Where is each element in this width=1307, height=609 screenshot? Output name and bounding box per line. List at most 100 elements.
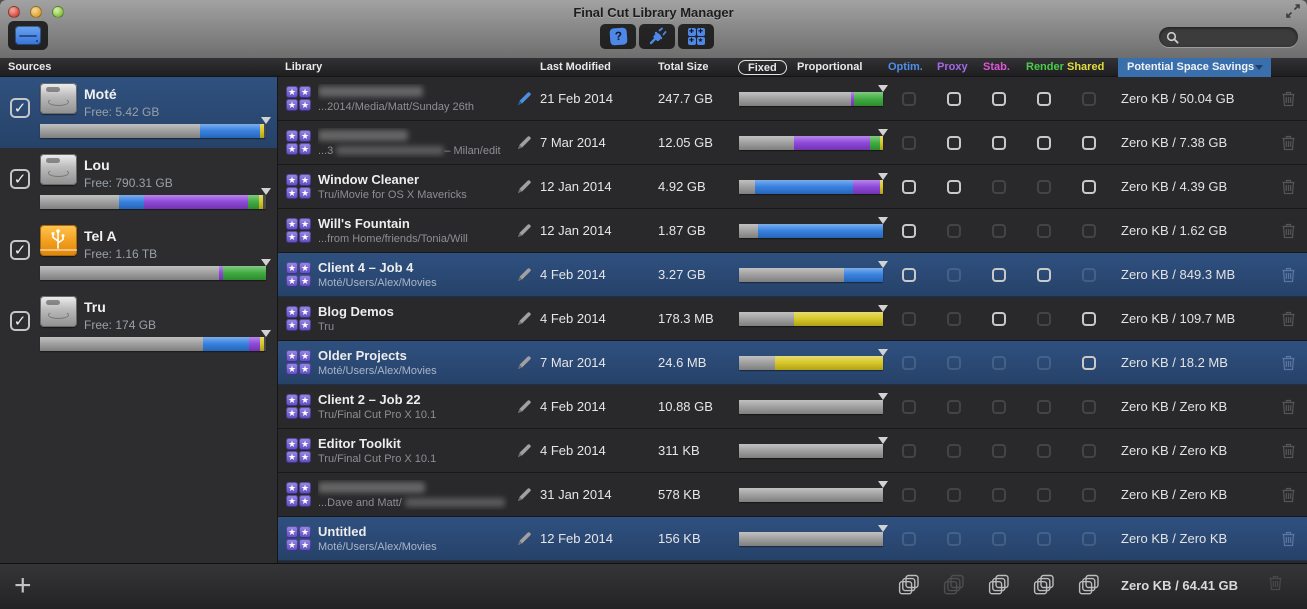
checkbox-render[interactable] bbox=[1037, 268, 1051, 282]
library-row[interactable]: ★★★★ Editor Toolkit Tru/Final Cut Pro X … bbox=[278, 429, 1307, 473]
bar-threshold-marker[interactable] bbox=[878, 393, 888, 400]
checkbox-stab[interactable] bbox=[992, 268, 1006, 282]
sidebar-source-item-tel-a[interactable]: ✓ Tel A Free: 1.16 TB bbox=[0, 219, 277, 290]
trash-button[interactable] bbox=[1269, 442, 1307, 459]
bar-threshold-marker[interactable] bbox=[878, 85, 888, 92]
header-library[interactable]: Library bbox=[285, 58, 322, 77]
checkbox-stab[interactable] bbox=[992, 92, 1006, 106]
connect-button[interactable] bbox=[639, 24, 675, 49]
checkbox-shared[interactable] bbox=[1082, 180, 1096, 194]
checkbox-shared[interactable] bbox=[1082, 312, 1096, 326]
source-checkbox[interactable]: ✓ bbox=[10, 98, 30, 118]
bar-threshold-marker[interactable] bbox=[261, 117, 271, 124]
toggle-proportional[interactable]: Proportional bbox=[797, 58, 862, 77]
search-input[interactable] bbox=[1179, 29, 1284, 45]
bar-threshold-marker[interactable] bbox=[878, 481, 888, 488]
libraries-button[interactable]: ✚✚✚★ bbox=[678, 24, 714, 49]
bulk-trash-icon[interactable] bbox=[1268, 574, 1283, 596]
rename-button[interactable] bbox=[508, 530, 540, 548]
sources-drive-button[interactable] bbox=[8, 21, 48, 50]
rename-button[interactable] bbox=[508, 310, 540, 328]
fullscreen-icon[interactable] bbox=[1286, 4, 1300, 23]
search-field[interactable] bbox=[1159, 27, 1298, 47]
checkbox-render[interactable] bbox=[1037, 136, 1051, 150]
potential-savings-value: Zero KB / 4.39 GB bbox=[1111, 179, 1269, 194]
header-render[interactable]: Render bbox=[1026, 58, 1064, 77]
rename-button[interactable] bbox=[508, 398, 540, 416]
trash-button[interactable] bbox=[1269, 310, 1307, 327]
sidebar-source-item-moté[interactable]: ✓ Moté Free: 5.42 GB bbox=[0, 77, 277, 148]
checkbox-shared[interactable] bbox=[1082, 356, 1096, 370]
bar-threshold-marker[interactable] bbox=[878, 437, 888, 444]
header-optim[interactable]: Optim. bbox=[888, 58, 923, 77]
library-row[interactable]: ★★★★ ...Dave and Matt/ 31 Jan 2014 578 K… bbox=[278, 473, 1307, 517]
library-row[interactable]: ★★★★ Window Cleaner Tru/iMovie for OS X … bbox=[278, 165, 1307, 209]
bar-threshold-marker[interactable] bbox=[878, 173, 888, 180]
library-row[interactable]: ★★★★ Untitled Moté/Users/Alex/Movies 12 … bbox=[278, 517, 1307, 561]
trash-button[interactable] bbox=[1269, 134, 1307, 151]
header-total-size[interactable]: Total Size bbox=[658, 58, 709, 77]
bar-threshold-marker[interactable] bbox=[878, 261, 888, 268]
trash-button[interactable] bbox=[1269, 178, 1307, 195]
checkbox-optim[interactable] bbox=[902, 180, 916, 194]
checkbox-proxy[interactable] bbox=[947, 92, 961, 106]
help-button[interactable]: ? bbox=[600, 24, 636, 49]
bulk-copy-button-3[interactable] bbox=[976, 574, 1021, 596]
rename-button[interactable] bbox=[508, 134, 540, 152]
library-row[interactable]: ★★★★ Client 4 – Job 4 Moté/Users/Alex/Mo… bbox=[278, 253, 1307, 297]
checkbox-proxy[interactable] bbox=[947, 136, 961, 150]
library-row[interactable]: ★★★★ ...3 – Milan/edit 7 Mar 2014 12.05 … bbox=[278, 121, 1307, 165]
trash-button[interactable] bbox=[1269, 530, 1307, 547]
rename-button[interactable] bbox=[508, 442, 540, 460]
source-checkbox[interactable]: ✓ bbox=[10, 169, 30, 189]
rename-button[interactable] bbox=[508, 90, 540, 108]
library-row[interactable]: ★★★★ Blog Demos Tru 4 Feb 2014 178.3 MB … bbox=[278, 297, 1307, 341]
bar-threshold-marker[interactable] bbox=[261, 330, 271, 337]
checkbox-stab[interactable] bbox=[992, 312, 1006, 326]
toggle-fixed[interactable]: Fixed bbox=[738, 60, 787, 75]
source-checkbox[interactable]: ✓ bbox=[10, 240, 30, 260]
bar-threshold-marker[interactable] bbox=[878, 129, 888, 136]
bar-threshold-marker[interactable] bbox=[878, 217, 888, 224]
rename-button[interactable] bbox=[508, 266, 540, 284]
trash-button[interactable] bbox=[1269, 222, 1307, 239]
checkbox-shared[interactable] bbox=[1082, 136, 1096, 150]
header-stab[interactable]: Stab. bbox=[983, 58, 1010, 77]
trash-button[interactable] bbox=[1269, 398, 1307, 415]
rename-button[interactable] bbox=[508, 178, 540, 196]
library-row[interactable]: ★★★★ ...2014/Media/Matt/Sunday 26th 21 F… bbox=[278, 77, 1307, 121]
checkbox-stab[interactable] bbox=[992, 136, 1006, 150]
trash-button[interactable] bbox=[1269, 266, 1307, 283]
checkbox-render[interactable] bbox=[1037, 92, 1051, 106]
trash-button[interactable] bbox=[1269, 90, 1307, 107]
potential-savings-value: Zero KB / 18.2 MB bbox=[1111, 355, 1269, 370]
trash-button[interactable] bbox=[1269, 354, 1307, 371]
header-last-modified[interactable]: Last Modified bbox=[540, 58, 611, 77]
bar-threshold-marker[interactable] bbox=[261, 259, 271, 266]
rename-button[interactable] bbox=[508, 486, 540, 504]
bulk-copy-button-4[interactable] bbox=[1021, 574, 1066, 596]
header-proxy[interactable]: Proxy bbox=[937, 58, 968, 77]
checkbox-proxy[interactable] bbox=[947, 180, 961, 194]
bulk-copy-button-5[interactable] bbox=[1066, 574, 1111, 596]
library-row[interactable]: ★★★★ Will's Fountain ...from Home/friend… bbox=[278, 209, 1307, 253]
source-checkbox[interactable]: ✓ bbox=[10, 311, 30, 331]
sidebar-source-item-tru[interactable]: ✓ Tru Free: 174 GB bbox=[0, 290, 277, 361]
header-potential-space-savings[interactable]: Potential Space Savings bbox=[1118, 58, 1271, 77]
library-row[interactable]: ★★★★ Older Projects Moté/Users/Alex/Movi… bbox=[278, 341, 1307, 385]
add-source-button[interactable]: + bbox=[14, 569, 32, 603]
trash-button[interactable] bbox=[1269, 486, 1307, 503]
rename-button[interactable] bbox=[508, 354, 540, 372]
bulk-copy-button-1[interactable] bbox=[886, 574, 931, 596]
library-row[interactable]: ★★★★ Client 2 – Job 22 Tru/Final Cut Pro… bbox=[278, 385, 1307, 429]
bar-threshold-marker[interactable] bbox=[261, 188, 271, 195]
checkbox-optim[interactable] bbox=[902, 268, 916, 282]
header-shared[interactable]: Shared bbox=[1067, 58, 1104, 77]
bar-threshold-marker[interactable] bbox=[878, 305, 888, 312]
rename-button[interactable] bbox=[508, 222, 540, 240]
sidebar-source-item-lou[interactable]: ✓ Lou Free: 790.31 GB bbox=[0, 148, 277, 219]
checkbox-optim[interactable] bbox=[902, 224, 916, 238]
bar-threshold-marker[interactable] bbox=[878, 525, 888, 532]
bar-threshold-marker[interactable] bbox=[878, 349, 888, 356]
library-usage-bar bbox=[739, 488, 883, 502]
